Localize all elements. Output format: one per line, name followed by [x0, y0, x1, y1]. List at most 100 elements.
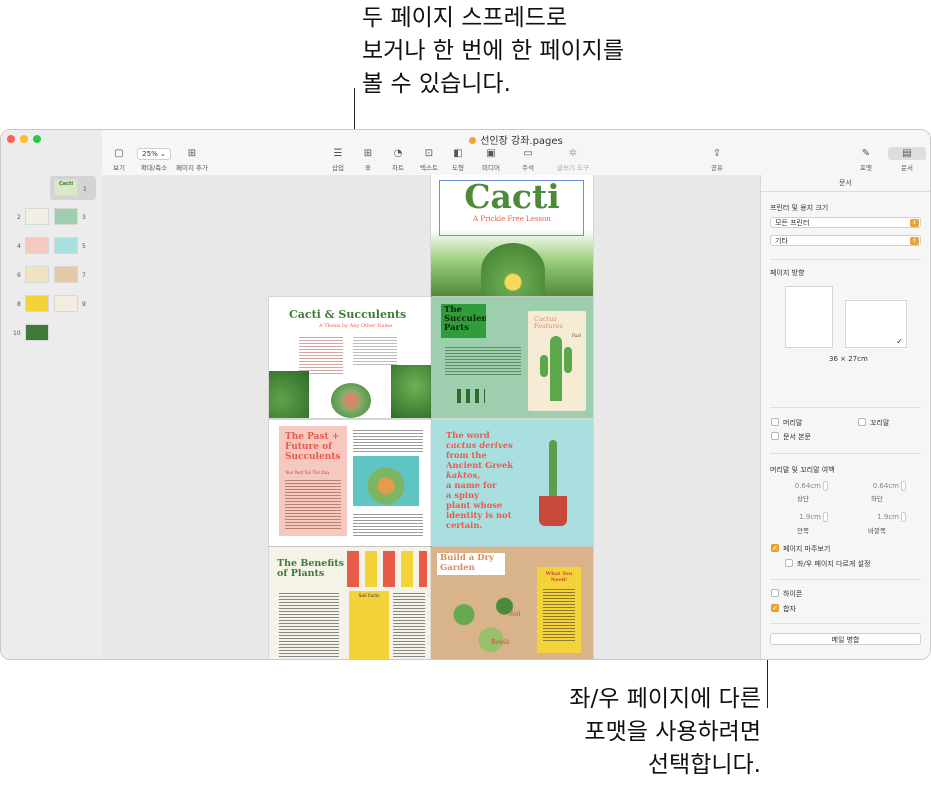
comment-button[interactable]: ▭ 주석: [520, 148, 536, 172]
pages-window: Cacti 1 2 3 4 5 6 7 8 9 10 선인장 강좌.pages …: [0, 129, 931, 660]
document-button[interactable]: ▤ 문서: [898, 148, 916, 172]
share-button[interactable]: ⇪ 공유: [709, 148, 725, 172]
document-title-text: 선인장 강좌.pages: [480, 136, 563, 147]
page-6-benefits[interactable]: The Benefits of Plants Soil Facts: [269, 547, 431, 659]
footer-label: 꼬리말: [870, 419, 890, 427]
page-thumbnail-8[interactable]: [25, 295, 49, 312]
footer-checkbox[interactable]: [858, 418, 866, 426]
ligatures-label: 합자: [783, 605, 796, 613]
page-thumbnail-5[interactable]: [54, 237, 78, 254]
pots-image: [347, 551, 427, 587]
document-body-checkbox[interactable]: [771, 432, 779, 440]
page-thumbnails-sidebar: Cacti 1 2 3 4 5 6 7 8 9 10: [1, 130, 103, 659]
comment-label: 주석: [522, 164, 534, 172]
page-thumbnail-1[interactable]: Cacti: [54, 179, 78, 196]
page-3-succulent-parts[interactable]: The Succulent Parts Cactus Features Pad: [431, 297, 593, 418]
writing-tools-icon: ✲: [568, 148, 578, 159]
shape-button[interactable]: ◧ 도형: [450, 148, 466, 172]
paintbrush-icon: ✎: [861, 148, 871, 159]
portrait-orientation[interactable]: [785, 286, 833, 348]
needs-card-title: What You Need!: [545, 571, 573, 583]
bottom-margin-field[interactable]: 0.64cm: [859, 481, 899, 491]
document-canvas[interactable]: Cacti A Prickle Free Lesson Cacti & Succ…: [102, 175, 760, 659]
close-window-button[interactable]: [7, 135, 15, 143]
mail-merge-button[interactable]: 메일 병합: [770, 633, 921, 645]
page-number: 9: [82, 301, 86, 308]
divider: [770, 453, 921, 454]
cactus-illustration: [549, 440, 557, 498]
zoom-popup[interactable]: 25% ⌄: [136, 148, 172, 160]
chart-button[interactable]: ◔ 차트: [389, 148, 407, 172]
format-button[interactable]: ✎ 포맷: [858, 148, 874, 172]
page-thumbnail-6[interactable]: [25, 266, 49, 283]
inside-margin-label: 안쪽: [797, 527, 809, 535]
top-margin-stepper[interactable]: [823, 481, 828, 491]
quote-line: identity is not: [446, 510, 512, 520]
zoom-control[interactable]: 25% ⌄ 확대/축소: [136, 148, 172, 172]
page4-panel: The Past + Future of Succulents Your Pas…: [279, 426, 347, 536]
outside-margin-stepper[interactable]: [901, 512, 906, 522]
divider: [770, 407, 921, 408]
page-thumbnail-3[interactable]: [54, 208, 78, 225]
quote-line: cactus derives: [446, 440, 513, 450]
comment-icon: ▭: [523, 148, 533, 159]
writing-tools-button[interactable]: ✲ 글쓰기 도구: [552, 148, 594, 172]
page-thumbnail-10[interactable]: [25, 324, 49, 341]
quote-text: The word cactus derives from the Ancient…: [446, 430, 536, 530]
text-block: [353, 428, 423, 452]
different-left-right-checkbox[interactable]: [785, 559, 793, 567]
text-button[interactable]: ⊡ 텍스트: [418, 148, 440, 172]
inspector-tab-document[interactable]: 문서: [761, 175, 930, 192]
insert-label: 삽입: [332, 164, 344, 172]
features-title: Cactus Features: [534, 315, 563, 330]
callout-spread-view: 두 페이지 스프레드로 보거나 한 번에 한 페이지를 볼 수 있습니다.: [362, 2, 624, 101]
page-thumbnail-7[interactable]: [54, 266, 78, 283]
add-page-button[interactable]: ⊞ 페이지 추가: [174, 148, 210, 172]
page-thumbnail-2[interactable]: [25, 208, 49, 225]
bottom-margin-stepper[interactable]: [901, 481, 906, 491]
header-label: 머리말: [783, 419, 803, 427]
minimize-window-button[interactable]: [20, 135, 28, 143]
margins-section-label: 머리말 및 꼬리말 여백: [770, 466, 835, 474]
media-button[interactable]: ▣ 미디어: [480, 148, 502, 172]
page-7-dry-garden[interactable]: Build a Dry Garden Soil Bowls What You N…: [431, 547, 593, 659]
inside-margin-stepper[interactable]: [823, 512, 828, 522]
insert-button[interactable]: ☰ 삽입: [328, 148, 348, 172]
plant-image: [391, 365, 431, 418]
ligatures-checkbox[interactable]: ✓: [771, 604, 779, 612]
printer-select[interactable]: 모든 프린터 ⇕: [770, 217, 921, 228]
thumbnail-title: Cacti: [58, 181, 74, 187]
page-number: 10: [13, 330, 21, 337]
outside-margin-field[interactable]: 1.9cm: [859, 512, 899, 522]
callout-line: 보거나 한 번에 한 페이지를: [362, 38, 625, 64]
paper-size-select[interactable]: 기타 ⇕: [770, 235, 921, 246]
page-thumbnail-9[interactable]: [54, 295, 78, 312]
pot-illustration: [539, 496, 567, 526]
page-thumbnail-4[interactable]: [25, 237, 49, 254]
pot-image: [331, 383, 371, 418]
soil-card: Soil Facts: [349, 591, 389, 659]
page-4-past-future[interactable]: The Past + Future of Succulents Your Pas…: [269, 420, 431, 546]
selection-box[interactable]: [439, 180, 584, 236]
top-margin-field[interactable]: 0.64cm: [781, 481, 821, 491]
view-button[interactable]: ▢ 보기: [108, 148, 130, 172]
callout-line: 좌/우 페이지에 다른: [569, 686, 761, 712]
header-checkbox[interactable]: [771, 418, 779, 426]
divider: [770, 623, 921, 624]
zoom-window-button[interactable]: [33, 135, 41, 143]
page-2-cacti-succulents[interactable]: Cacti & Succulents A Thesis by Any Other…: [269, 297, 431, 418]
chevron-updown-icon: ⇕: [910, 219, 919, 227]
facing-pages-checkbox[interactable]: ✓: [771, 544, 779, 552]
inside-margin-field[interactable]: 1.9cm: [781, 512, 821, 522]
hyphenation-checkbox[interactable]: [771, 589, 779, 597]
table-button[interactable]: ⊞ 표: [360, 148, 376, 172]
hyphenation-label: 하이픈: [783, 590, 803, 598]
chevron-updown-icon: ⇕: [910, 237, 919, 245]
page-5-quote[interactable]: The word cactus derives from the Ancient…: [431, 420, 593, 546]
add-page-icon: ⊞: [187, 148, 197, 159]
cactus-arm: [540, 355, 548, 377]
page2-subtitle: A Thesis by Any Other Name: [319, 323, 393, 329]
text-block: [353, 512, 423, 536]
page4-title: The Past + Future of Succulents: [285, 432, 341, 462]
landscape-orientation[interactable]: ✓: [845, 300, 907, 348]
